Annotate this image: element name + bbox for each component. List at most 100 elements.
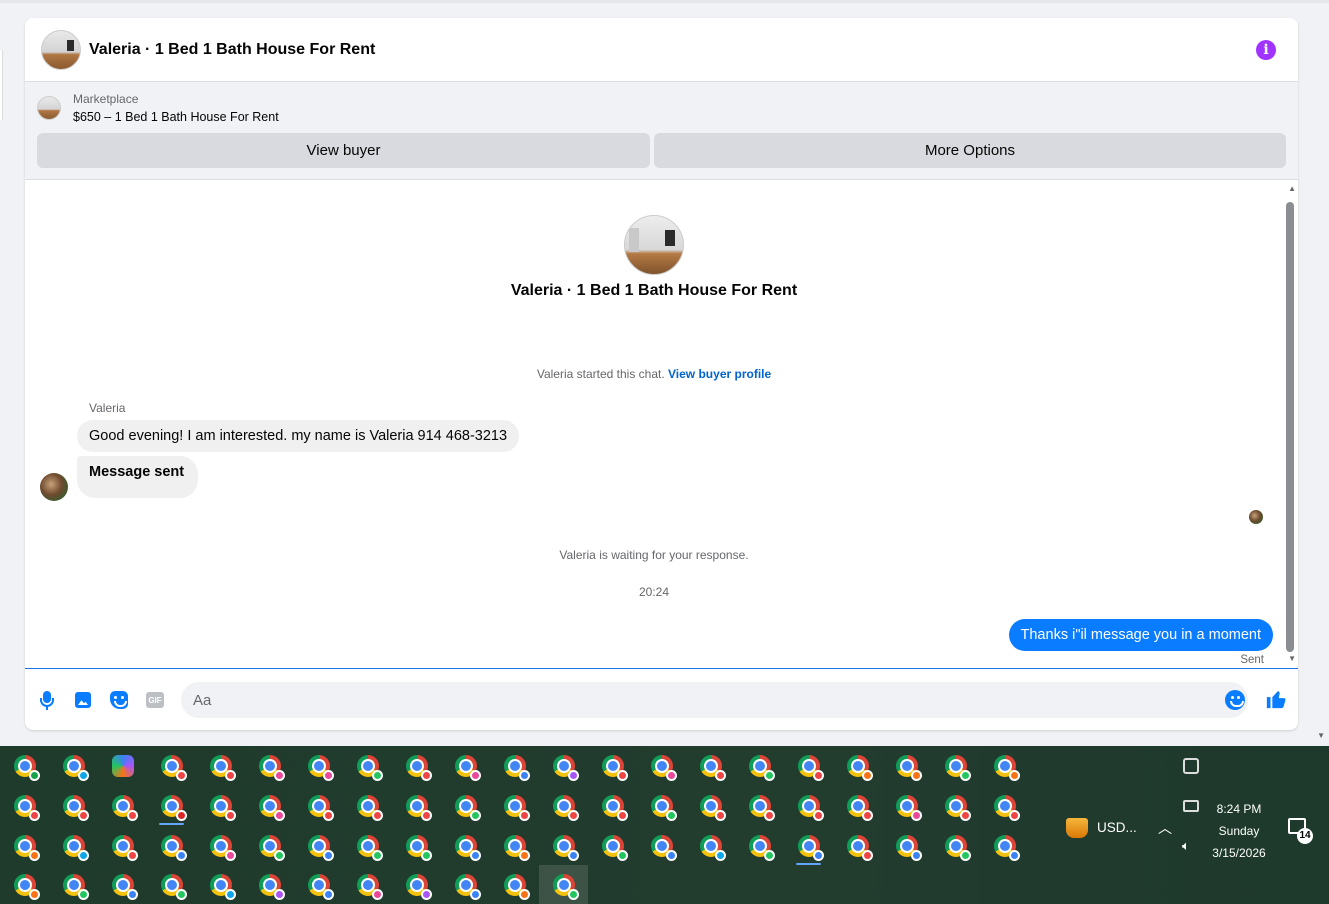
chrome-icon[interactable] xyxy=(98,786,147,826)
listing-summary[interactable]: $650 – 1 Bed 1 Bath House For Rent xyxy=(73,110,279,124)
message-thread[interactable]: ▲ ▼ Valeria · 1 Bed 1 Bath House For Ren… xyxy=(25,180,1298,669)
taskbar-clock[interactable]: 8:24 PM Sunday 3/15/2026 xyxy=(1204,798,1274,864)
chrome-icon[interactable] xyxy=(735,786,784,826)
gif-icon[interactable]: GIF xyxy=(145,690,165,710)
chrome-icon[interactable] xyxy=(147,865,196,904)
incoming-message[interactable]: Good evening! I am interested. my name i… xyxy=(77,420,520,452)
sender-avatar[interactable] xyxy=(40,473,68,501)
chrome-icon[interactable] xyxy=(490,826,539,866)
chrome-icon[interactable] xyxy=(49,865,98,904)
chrome-icon[interactable] xyxy=(980,786,1029,826)
chrome-icon[interactable] xyxy=(245,746,294,786)
chrome-icon[interactable] xyxy=(196,865,245,904)
chrome-icon[interactable] xyxy=(245,786,294,826)
outgoing-message[interactable]: Thanks i"il message you in a moment xyxy=(1008,619,1273,651)
chrome-icon[interactable] xyxy=(441,746,490,786)
chrome-icon[interactable] xyxy=(49,746,98,786)
volume-icon[interactable]: 🔈︎ xyxy=(1182,838,1190,854)
currency-widget-label[interactable]: USD... xyxy=(1097,820,1137,835)
incoming-message[interactable]: Message sent xyxy=(77,456,199,498)
chrome-icon[interactable] xyxy=(637,746,686,786)
chrome-icon[interactable] xyxy=(490,746,539,786)
chrome-icon[interactable] xyxy=(833,786,882,826)
view-buyer-profile-link[interactable]: View buyer profile xyxy=(668,367,771,381)
chrome-icon[interactable] xyxy=(980,826,1029,866)
chrome-icon[interactable] xyxy=(637,786,686,826)
chrome-icon[interactable] xyxy=(588,786,637,826)
chrome-icon[interactable] xyxy=(245,865,294,904)
emoji-icon[interactable] xyxy=(1225,690,1245,710)
chrome-icon[interactable] xyxy=(637,826,686,866)
chrome-icon[interactable] xyxy=(539,826,588,866)
chrome-icon[interactable] xyxy=(735,746,784,786)
chrome-icon[interactable] xyxy=(784,746,833,786)
chrome-icon[interactable] xyxy=(98,826,147,866)
chevron-up-icon[interactable]: ︿ xyxy=(1158,818,1172,838)
chrome-icon[interactable] xyxy=(539,746,588,786)
chrome-icon[interactable] xyxy=(343,746,392,786)
photo-icon[interactable] xyxy=(73,690,93,710)
chrome-icon[interactable] xyxy=(294,826,343,866)
scroll-up-arrow-icon[interactable]: ▲ xyxy=(1288,184,1296,193)
chrome-icon[interactable] xyxy=(588,746,637,786)
chrome-icon-active[interactable] xyxy=(147,786,196,826)
chrome-icon[interactable] xyxy=(833,826,882,866)
chrome-icon[interactable] xyxy=(343,865,392,904)
chrome-icon-active[interactable] xyxy=(784,826,833,866)
chrome-icon[interactable] xyxy=(392,786,441,826)
chrome-icon[interactable] xyxy=(98,865,147,904)
chrome-icon[interactable] xyxy=(0,786,49,826)
scroll-down-arrow-icon[interactable]: ▼ xyxy=(1288,654,1296,663)
chrome-icon[interactable] xyxy=(196,746,245,786)
chrome-icon[interactable] xyxy=(784,786,833,826)
scrollbar-thumb[interactable] xyxy=(1286,202,1294,652)
chrome-icon[interactable] xyxy=(294,746,343,786)
chrome-icon[interactable] xyxy=(0,746,49,786)
chrome-icon[interactable] xyxy=(196,786,245,826)
chrome-icon[interactable] xyxy=(441,826,490,866)
chrome-icon[interactable] xyxy=(588,826,637,866)
chrome-icon[interactable] xyxy=(882,746,931,786)
message-input[interactable] xyxy=(181,682,1248,718)
chrome-icon[interactable] xyxy=(49,786,98,826)
chat-title[interactable]: Valeria · 1 Bed 1 Bath House For Rent xyxy=(89,41,375,59)
chrome-icon[interactable] xyxy=(735,826,784,866)
chrome-icon[interactable] xyxy=(490,786,539,826)
view-buyer-button[interactable]: View buyer xyxy=(37,133,650,168)
chrome-icon[interactable] xyxy=(147,826,196,866)
copilot-icon[interactable] xyxy=(98,746,147,786)
chrome-icon[interactable] xyxy=(931,826,980,866)
chrome-icon[interactable] xyxy=(49,826,98,866)
chrome-icon[interactable] xyxy=(686,826,735,866)
network-icon[interactable] xyxy=(1183,800,1199,812)
chrome-icon[interactable] xyxy=(147,746,196,786)
chrome-icon[interactable] xyxy=(245,826,294,866)
currency-widget-icon[interactable] xyxy=(1066,818,1088,838)
sticker-icon[interactable] xyxy=(109,690,129,710)
info-icon[interactable]: i xyxy=(1256,40,1276,60)
chrome-icon-hovered[interactable] xyxy=(539,865,588,904)
chrome-icon[interactable] xyxy=(392,826,441,866)
chrome-icon[interactable] xyxy=(882,826,931,866)
chrome-icon[interactable] xyxy=(0,826,49,866)
chrome-icon[interactable] xyxy=(980,746,1029,786)
page-scroll-down-icon[interactable]: ▼ xyxy=(1317,731,1325,740)
chrome-icon[interactable] xyxy=(343,786,392,826)
chrome-icon[interactable] xyxy=(441,865,490,904)
chrome-icon[interactable] xyxy=(343,826,392,866)
microphone-icon[interactable] xyxy=(37,690,57,710)
chrome-icon[interactable] xyxy=(833,746,882,786)
chrome-icon[interactable] xyxy=(490,865,539,904)
listing-avatar[interactable] xyxy=(41,29,81,70)
chrome-icon[interactable] xyxy=(0,865,49,904)
chrome-icon[interactable] xyxy=(539,786,588,826)
chrome-icon[interactable] xyxy=(392,746,441,786)
chrome-icon[interactable] xyxy=(882,786,931,826)
chrome-icon[interactable] xyxy=(686,786,735,826)
chrome-icon[interactable] xyxy=(196,826,245,866)
chrome-icon[interactable] xyxy=(686,746,735,786)
chrome-icon[interactable] xyxy=(931,786,980,826)
chrome-icon[interactable] xyxy=(441,786,490,826)
chrome-icon[interactable] xyxy=(294,865,343,904)
chrome-icon[interactable] xyxy=(392,865,441,904)
